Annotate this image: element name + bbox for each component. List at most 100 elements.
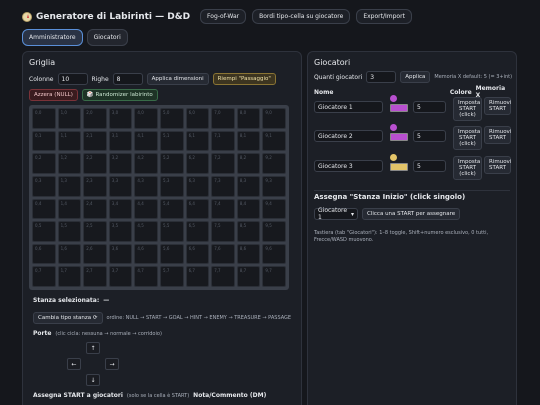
player-color-picker[interactable]: [390, 104, 408, 112]
grid-cell[interactable]: 0,3: [32, 175, 56, 197]
grid-cell[interactable]: 7,7: [211, 266, 235, 287]
grid-cell[interactable]: 3,1: [108, 130, 133, 152]
door-south-button[interactable]: ↓: [86, 374, 100, 386]
grid-cell[interactable]: 0,7: [32, 266, 56, 287]
grid-cell[interactable]: 7,3: [211, 175, 235, 197]
grid-cell[interactable]: 9,3: [262, 175, 286, 197]
player-name-input[interactable]: Giocatore 3: [314, 160, 383, 172]
grid-cell[interactable]: 6,4: [185, 198, 210, 220]
apply-dimensions-button[interactable]: Applica dimensioni: [146, 73, 209, 85]
grid-cell[interactable]: 1,6: [57, 243, 82, 265]
grid-cell[interactable]: 1,7: [57, 266, 82, 287]
grid-cell[interactable]: 4,5: [134, 221, 158, 242]
grid-cell[interactable]: 5,3: [160, 175, 184, 197]
grid-cell[interactable]: 6,6: [185, 243, 210, 265]
grid-cell[interactable]: 2,3: [83, 175, 107, 197]
grid-cell[interactable]: 2,6: [83, 243, 107, 265]
grid-cell[interactable]: 1,5: [57, 221, 82, 242]
grid-cell[interactable]: 3,6: [108, 243, 133, 265]
grid-cell[interactable]: 5,2: [160, 153, 184, 174]
grid-cell[interactable]: 9,4: [262, 198, 286, 220]
grid-cell[interactable]: 7,4: [211, 198, 235, 220]
grid-cell[interactable]: 3,4: [108, 198, 133, 220]
grid-cell[interactable]: 2,2: [83, 153, 107, 174]
grid-cell[interactable]: 5,6: [160, 243, 184, 265]
grid-cell[interactable]: 4,3: [134, 175, 158, 197]
grid-cell[interactable]: 6,7: [185, 266, 210, 287]
grid-cell[interactable]: 5,5: [160, 221, 184, 242]
grid-cell[interactable]: 8,3: [236, 175, 261, 197]
grid-cell[interactable]: 1,0: [57, 108, 82, 129]
grid-cell[interactable]: 3,3: [108, 175, 133, 197]
grid-cell[interactable]: 8,2: [236, 153, 261, 174]
grid-cell[interactable]: 1,1: [57, 130, 82, 152]
tab-amministratore[interactable]: Amministratore: [22, 29, 83, 46]
grid-cell[interactable]: 7,1: [211, 130, 235, 152]
grid-cell[interactable]: 0,4: [32, 198, 56, 220]
grid-cell[interactable]: 6,0: [185, 108, 210, 129]
grid-cell[interactable]: 0,0: [32, 108, 56, 129]
grid-cell[interactable]: 5,4: [160, 198, 184, 220]
remove-start-button[interactable]: Rimuovi START: [484, 126, 511, 144]
grid-cell[interactable]: 9,7: [262, 266, 286, 287]
grid-cell[interactable]: 7,0: [211, 108, 235, 129]
grid-cell[interactable]: 3,0: [108, 108, 133, 129]
grid-cell[interactable]: 0,2: [32, 153, 56, 174]
grid-cell[interactable]: 3,5: [108, 221, 133, 242]
grid-cell[interactable]: 9,0: [262, 108, 286, 129]
righe-input[interactable]: 8: [112, 73, 143, 85]
set-start-button[interactable]: Imposta START (click): [453, 126, 482, 150]
grid-cell[interactable]: 9,1: [262, 130, 286, 152]
players-count-input[interactable]: 3: [366, 71, 397, 83]
grid-cell[interactable]: 1,4: [57, 198, 82, 220]
player-memory-input[interactable]: 5: [413, 130, 446, 142]
change-room-type-button[interactable]: Cambia tipo stanza ⟳: [33, 312, 103, 324]
grid-cell[interactable]: 6,5: [185, 221, 210, 242]
grid-cell[interactable]: 4,2: [134, 153, 158, 174]
grid-cell[interactable]: 3,2: [108, 153, 133, 174]
player-color-picker[interactable]: [390, 163, 408, 171]
grid-cell[interactable]: 0,6: [32, 243, 56, 265]
set-start-button[interactable]: Imposta START (click): [453, 97, 482, 121]
grid-cell[interactable]: 7,5: [211, 221, 235, 242]
grid-cell[interactable]: 0,1: [32, 130, 56, 152]
cell-borders-button[interactable]: Bordi tipo-cella su giocatore: [252, 9, 351, 24]
grid-cell[interactable]: 2,5: [83, 221, 107, 242]
export-import-button[interactable]: Export/Import: [356, 9, 412, 24]
grid-cell[interactable]: 6,2: [185, 153, 210, 174]
grid-cell[interactable]: 6,1: [185, 130, 210, 152]
grid-cell[interactable]: 8,7: [236, 266, 261, 287]
randomizer-button[interactable]: 🎲 Randomizer labirinto: [81, 89, 158, 101]
player-memory-input[interactable]: 5: [413, 101, 446, 113]
grid-cell[interactable]: 2,1: [83, 130, 107, 152]
grid-cell[interactable]: 5,0: [160, 108, 184, 129]
grid-cell[interactable]: 9,5: [262, 221, 286, 242]
door-west-button[interactable]: ←: [67, 358, 81, 370]
grid-cell[interactable]: 5,7: [160, 266, 184, 287]
player-name-input[interactable]: Giocatore 2: [314, 130, 383, 142]
colonne-input[interactable]: 10: [57, 73, 88, 85]
grid-cell[interactable]: 8,4: [236, 198, 261, 220]
grid-cell[interactable]: 5,1: [160, 130, 184, 152]
assign-player-select[interactable]: Giocatore 1 ▾: [314, 207, 358, 221]
grid-cell[interactable]: 4,4: [134, 198, 158, 220]
grid-cell[interactable]: 4,1: [134, 130, 158, 152]
grid-cell[interactable]: 1,3: [57, 175, 82, 197]
grid-cell[interactable]: 0,5: [32, 221, 56, 242]
grid-cell[interactable]: 8,0: [236, 108, 261, 129]
grid-cell[interactable]: 2,4: [83, 198, 107, 220]
grid-cell[interactable]: 9,2: [262, 153, 286, 174]
grid-cell[interactable]: 1,2: [57, 153, 82, 174]
fill-passage-button[interactable]: Riempi "Passaggio": [212, 73, 276, 85]
player-name-input[interactable]: Giocatore 1: [314, 101, 383, 113]
grid-cell[interactable]: 7,6: [211, 243, 235, 265]
set-start-button[interactable]: Imposta START (click): [453, 156, 482, 180]
grid-cell[interactable]: 4,7: [134, 266, 158, 287]
grid-cell[interactable]: 2,0: [83, 108, 107, 129]
grid-cell[interactable]: 9,6: [262, 243, 286, 265]
remove-start-button[interactable]: Rimuovi START: [484, 156, 511, 174]
tab-giocatori[interactable]: Giocatori: [86, 29, 128, 46]
player-memory-input[interactable]: 5: [413, 160, 446, 172]
player-color-picker[interactable]: [390, 133, 408, 141]
assign-start-button[interactable]: Clicca una START per assegnare: [362, 208, 461, 220]
